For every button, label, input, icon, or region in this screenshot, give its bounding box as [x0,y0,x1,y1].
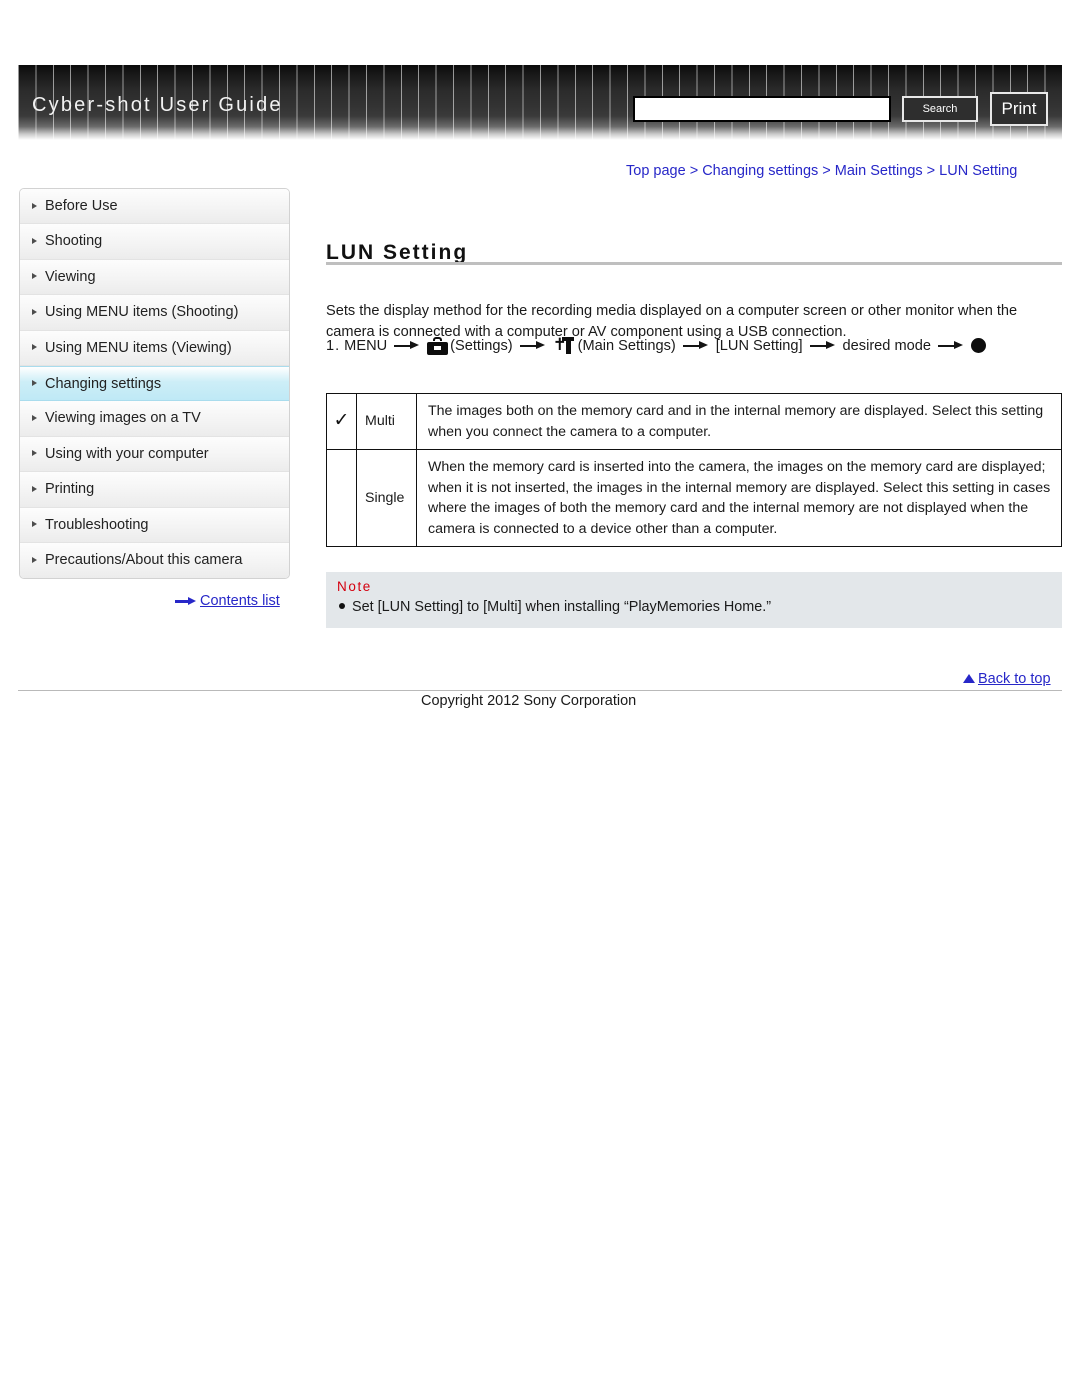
sidebar-item-changing-settings[interactable]: Changing settings [20,365,289,402]
search-button[interactable]: Search [902,96,978,122]
arrow-right-icon [682,341,709,351]
sidebar-item-using-menu-items-viewing[interactable]: Using MENU items (Viewing) [20,330,289,366]
sidebar-item-label: Using with your computer [45,445,209,462]
table-row: Single When the memory card is inserted … [326,449,1062,547]
sidebar-item-using-with-your-computer[interactable]: Using with your computer [20,436,289,473]
step-instruction: 1. MENU (Settings) ✝ (Main Settings) [LU… [326,336,986,355]
sidebar-item-label: Precautions/About this camera [45,551,243,568]
footer-divider [18,690,1062,691]
step-menu-label: MENU [344,337,388,354]
arrow-right-icon [937,341,964,351]
chevron-right-icon [32,380,37,387]
chevron-right-icon [32,344,37,351]
chevron-right-icon [32,521,37,528]
sidebar-item-precautions-about-this-camera[interactable]: Precautions/About this camera [20,542,289,579]
note-box: Note Set [LUN Setting] to [Multi] when i… [326,572,1062,628]
sidebar-item-label: Viewing images on a TV [45,410,201,427]
step-desired-mode-label: desired mode [842,337,931,354]
arrow-right-icon [809,341,836,351]
search-input[interactable] [633,96,891,122]
print-button[interactable]: Print [990,92,1048,126]
sidebar-navigation: Before Use Shooting Viewing Using MENU i… [19,188,290,580]
sidebar-item-label: Changing settings [45,375,162,392]
sidebar-item-before-use[interactable]: Before Use [20,189,289,225]
option-name: Single [356,449,417,547]
arrow-right-icon [175,597,197,606]
sidebar-item-using-menu-items-shooting[interactable]: Using MENU items (Shooting) [20,295,289,331]
check-icon: ✓ [333,408,350,431]
chevron-right-icon [32,450,37,457]
step-main-settings-label: (Main Settings) [577,337,676,354]
sidebar-item-label: Using MENU items (Viewing) [45,339,232,356]
bullet-icon [339,603,345,609]
sidebar-item-label: Using MENU items (Shooting) [45,304,239,321]
step-number: 1. [326,337,341,354]
sidebar-item-label: Shooting [45,233,103,250]
filled-circle-icon [970,338,986,353]
chevron-right-icon [32,308,37,315]
triangle-up-icon [963,674,975,683]
chevron-right-icon [32,557,37,564]
title-divider [326,262,1062,265]
sidebar-item-label: Before Use [45,198,118,214]
step-lun-setting-label: [LUN Setting] [715,337,803,354]
tools-icon: ✝ [553,336,574,355]
chevron-right-icon [32,485,37,492]
sidebar-item-printing[interactable]: Printing [20,472,289,508]
step-settings-label: (Settings) [450,337,513,354]
back-to-top-link[interactable]: Back to top [963,671,1051,687]
arrow-right-icon [394,341,420,351]
option-description: The images both on the memory card and i… [416,393,1062,450]
selected-marker-cell: ✓ [326,393,357,450]
chevron-right-icon [32,415,37,422]
note-label: Note [337,579,372,594]
sidebar-item-viewing-images-on-a-tv[interactable]: Viewing images on a TV [20,401,289,437]
toolbox-icon [427,336,449,355]
sidebar-item-label: Troubleshooting [45,516,149,533]
breadcrumb[interactable]: Top page > Changing settings > Main Sett… [626,163,1017,179]
note-item: Set [LUN Setting] to [Multi] when instal… [337,597,1062,617]
copyright-text: Copyright 2012 Sony Corporation [421,693,637,709]
sidebar-item-troubleshooting[interactable]: Troubleshooting [20,507,289,543]
table-row: ✓ Multi The images both on the memory ca… [326,393,1062,450]
mode-options-table: ✓ Multi The images both on the memory ca… [326,393,1062,547]
sidebar-item-viewing[interactable]: Viewing [20,259,289,296]
sidebar-item-label: Viewing [45,268,96,285]
option-description: When the memory card is inserted into th… [416,449,1062,547]
selected-marker-cell [326,449,357,547]
note-item-text: Set [LUN Setting] to [Multi] when instal… [352,599,772,615]
sidebar-item-shooting[interactable]: Shooting [20,224,289,260]
contents-list-link[interactable]: Contents list [175,593,280,609]
back-to-top-label: Back to top [978,671,1051,687]
sidebar-item-label: Printing [45,481,95,498]
option-name: Multi [356,393,417,450]
site-title: Cyber-shot User Guide [32,94,283,116]
chevron-right-icon [32,202,37,209]
chevron-right-icon [32,273,37,280]
contents-list-label: Contents list [200,593,280,609]
arrow-right-icon [519,341,546,351]
chevron-right-icon [32,238,37,245]
